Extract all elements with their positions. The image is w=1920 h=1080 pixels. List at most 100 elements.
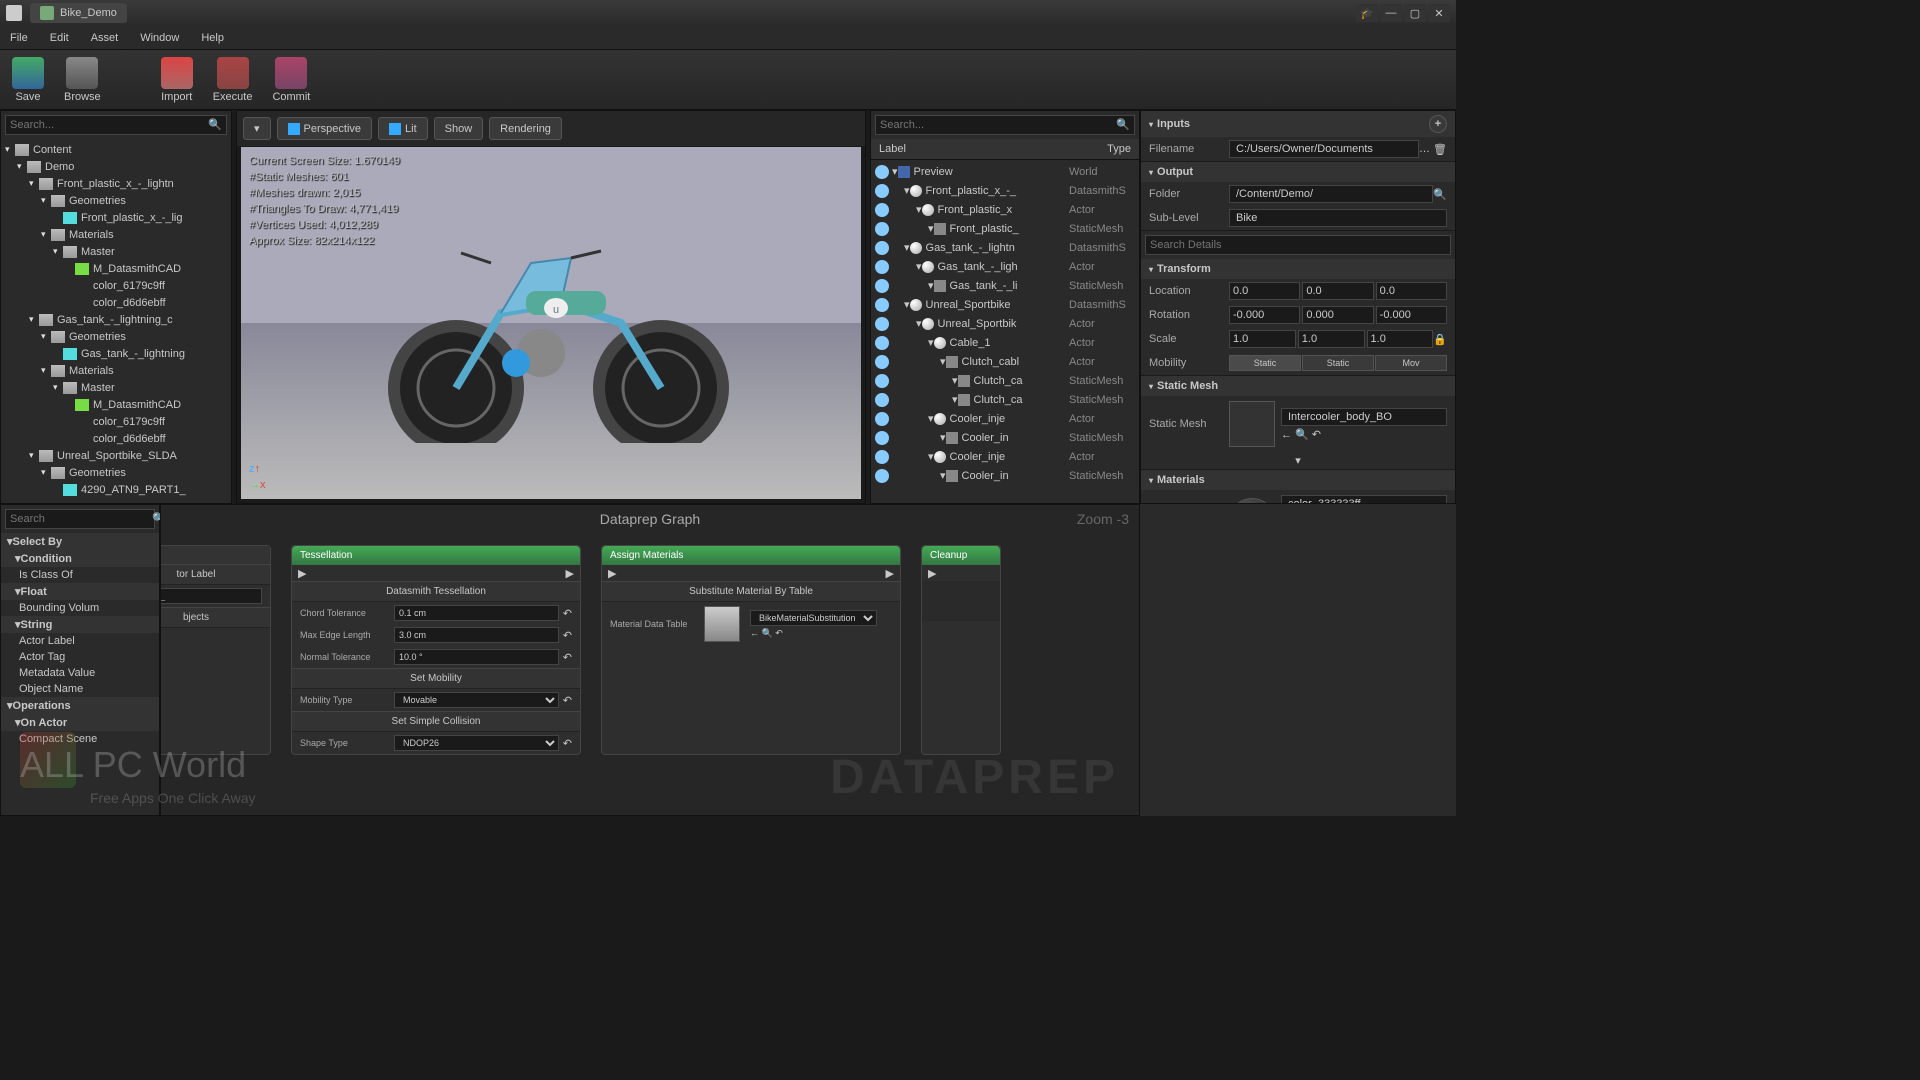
dataprep-graph[interactable]: Dataprep Graph Zoom -3 DATAPREP tor Labe… <box>160 504 1140 816</box>
outliner-search-input[interactable] <box>880 119 1116 131</box>
selectby-item[interactable]: Metadata Value <box>1 665 159 681</box>
tree-item[interactable]: ▾Unreal_Sportbike_SLDA <box>1 447 231 464</box>
show-button[interactable]: Show <box>434 117 484 140</box>
selectby-group[interactable]: ▾Float <box>1 583 159 600</box>
col-label[interactable]: Label <box>879 143 1107 155</box>
import-button[interactable]: Import <box>161 57 193 103</box>
details-search[interactable] <box>1145 235 1451 255</box>
selectby-search[interactable]: 🔍 <box>5 509 155 529</box>
staticmesh-section-header[interactable]: ▾Static Mesh <box>1141 376 1455 396</box>
node-tessellation[interactable]: Tessellation ▶▶ Datasmith Tessellation C… <box>291 545 581 755</box>
material-asset[interactable]: color_333333ff <box>1281 495 1447 505</box>
outliner-item[interactable]: ▾Clutch_caStaticMesh <box>871 371 1139 390</box>
selectby-search-input[interactable] <box>10 513 152 525</box>
selectby-group[interactable]: ▾Condition <box>1 550 159 567</box>
chord-input[interactable] <box>394 605 559 621</box>
tree-item[interactable]: ▾Materials <box>1 362 231 379</box>
tree-item[interactable]: ▾Master <box>1 379 231 396</box>
loc-z[interactable] <box>1376 282 1447 300</box>
commit-button[interactable]: Commit <box>272 57 310 103</box>
menu-file[interactable]: File <box>10 32 28 44</box>
lit-button[interactable]: Lit <box>378 117 428 140</box>
menu-asset[interactable]: Asset <box>91 32 119 44</box>
rot-y[interactable] <box>1302 306 1373 324</box>
outliner-item[interactable]: ▾Front_plastic_StaticMesh <box>871 219 1139 238</box>
materials-section-header[interactable]: ▾Materials <box>1141 470 1455 490</box>
mobility-movable[interactable]: Mov <box>1375 355 1447 371</box>
selectby-item[interactable]: Object Name <box>1 681 159 697</box>
selectby-item[interactable]: Is Class Of <box>1 567 159 583</box>
outliner-search[interactable]: 🔍 <box>875 115 1135 135</box>
sublevel-input[interactable] <box>1229 209 1447 227</box>
menu-window[interactable]: Window <box>140 32 179 44</box>
tree-item[interactable]: M_DatasmithCAD <box>1 260 231 277</box>
details-search-input[interactable] <box>1150 239 1446 251</box>
rendering-button[interactable]: Rendering <box>489 117 562 140</box>
browse-button[interactable]: Browse <box>64 57 101 103</box>
tree-item[interactable]: M_DatasmithCAD <box>1 396 231 413</box>
outliner-item[interactable]: ▾Cable_1Actor <box>871 333 1139 352</box>
normal-input[interactable] <box>394 649 559 665</box>
outliner-item[interactable]: ▾Unreal_SportbikActor <box>871 314 1139 333</box>
outliner-item[interactable]: ▾Front_plastic_xActor <box>871 200 1139 219</box>
mesh-thumbnail[interactable] <box>1229 401 1275 447</box>
datatable-select[interactable]: BikeMaterialSubstitution <box>750 610 877 626</box>
selectby-item[interactable]: Actor Tag <box>1 649 159 665</box>
outliner-item[interactable]: ▾Clutch_caStaticMesh <box>871 390 1139 409</box>
hat-icon[interactable]: 🎓 <box>1356 4 1378 22</box>
lock-icon[interactable]: 🔒 <box>1433 333 1447 346</box>
tree-item[interactable]: ▾Geometries <box>1 328 231 345</box>
selectby-item[interactable]: Actor Label <box>1 633 159 649</box>
actor-label-input[interactable] <box>160 588 262 604</box>
outliner-item[interactable]: ▾Gas_tank_-_liStaticMesh <box>871 276 1139 295</box>
menu-edit[interactable]: Edit <box>50 32 69 44</box>
node-assign-materials[interactable]: Assign Materials ▶▶ Substitute Material … <box>601 545 901 755</box>
datatable-thumbnail[interactable] <box>704 606 740 642</box>
scl-z[interactable] <box>1367 330 1434 348</box>
minimize-button[interactable]: — <box>1380 4 1402 22</box>
outliner-item[interactable]: ▾Gas_tank_-_lighActor <box>871 257 1139 276</box>
rot-z[interactable] <box>1376 306 1447 324</box>
document-tab[interactable]: Bike_Demo <box>30 3 127 23</box>
content-search-input[interactable] <box>10 119 208 131</box>
outliner-item[interactable]: ▾Cooler_inStaticMesh <box>871 466 1139 485</box>
rot-x[interactable] <box>1229 306 1300 324</box>
viewport-scene[interactable]: Current Screen Size: 1.670149#Static Mes… <box>241 147 861 499</box>
tree-item[interactable]: ▾Gas_tank_-_lightning_c <box>1 311 231 328</box>
edge-input[interactable] <box>394 627 559 643</box>
outliner-item[interactable]: ▾Cooler_inStaticMesh <box>871 428 1139 447</box>
content-search[interactable]: 🔍 <box>5 115 227 135</box>
tree-item[interactable]: ▾Content <box>1 141 231 158</box>
outliner-item[interactable]: ▾Cooler_injeActor <box>871 409 1139 428</box>
outliner-item[interactable]: ▾Clutch_cablActor <box>871 352 1139 371</box>
perspective-button[interactable]: Perspective <box>277 117 372 140</box>
outliner-item[interactable]: ▾Gas_tank_-_lightnDatasmithS <box>871 238 1139 257</box>
maximize-button[interactable]: ▢ <box>1404 4 1426 22</box>
inputs-section-header[interactable]: ▾Inputs+ <box>1141 111 1455 137</box>
outliner-item[interactable]: ▾Unreal_SportbikeDatasmithS <box>871 295 1139 314</box>
loc-y[interactable] <box>1302 282 1373 300</box>
mesh-asset[interactable]: Intercooler_body_BO <box>1281 408 1447 426</box>
close-button[interactable]: ✕ <box>1428 4 1450 22</box>
save-button[interactable]: Save <box>12 57 44 103</box>
tree-item[interactable]: color_6179c9ff <box>1 413 231 430</box>
browse-icon[interactable]: … <box>1419 143 1430 155</box>
selectby-item[interactable]: Bounding Volum <box>1 600 159 616</box>
outliner-item[interactable]: ▾Front_plastic_x_-_DatasmithS <box>871 181 1139 200</box>
node-actor-label[interactable]: tor Label bjects <box>160 545 271 755</box>
col-type[interactable]: Type <box>1107 143 1131 155</box>
selectby-group[interactable]: ▾String <box>1 616 159 633</box>
tree-item[interactable]: color_d6d6ebff <box>1 294 231 311</box>
output-section-header[interactable]: ▾Output <box>1141 162 1455 182</box>
tree-item[interactable]: ▾Geometries <box>1 192 231 209</box>
tree-item[interactable]: color_d6d6ebff <box>1 430 231 447</box>
tree-item[interactable]: color_6179c9ff <box>1 277 231 294</box>
transform-section-header[interactable]: ▾Transform <box>1141 259 1455 279</box>
tree-item[interactable]: ▾Materials <box>1 226 231 243</box>
filename-value[interactable]: C:/Users/Owner/Documents <box>1229 140 1419 158</box>
tree-item[interactable]: Gas_tank_-_lightning <box>1 345 231 362</box>
mobility-static[interactable]: Static <box>1229 355 1301 371</box>
viewport[interactable]: ▾ Perspective Lit Show Rendering Current… <box>236 110 866 504</box>
tree-item[interactable]: Front_plastic_x_-_lig <box>1 209 231 226</box>
add-input-button[interactable]: + <box>1429 115 1447 133</box>
